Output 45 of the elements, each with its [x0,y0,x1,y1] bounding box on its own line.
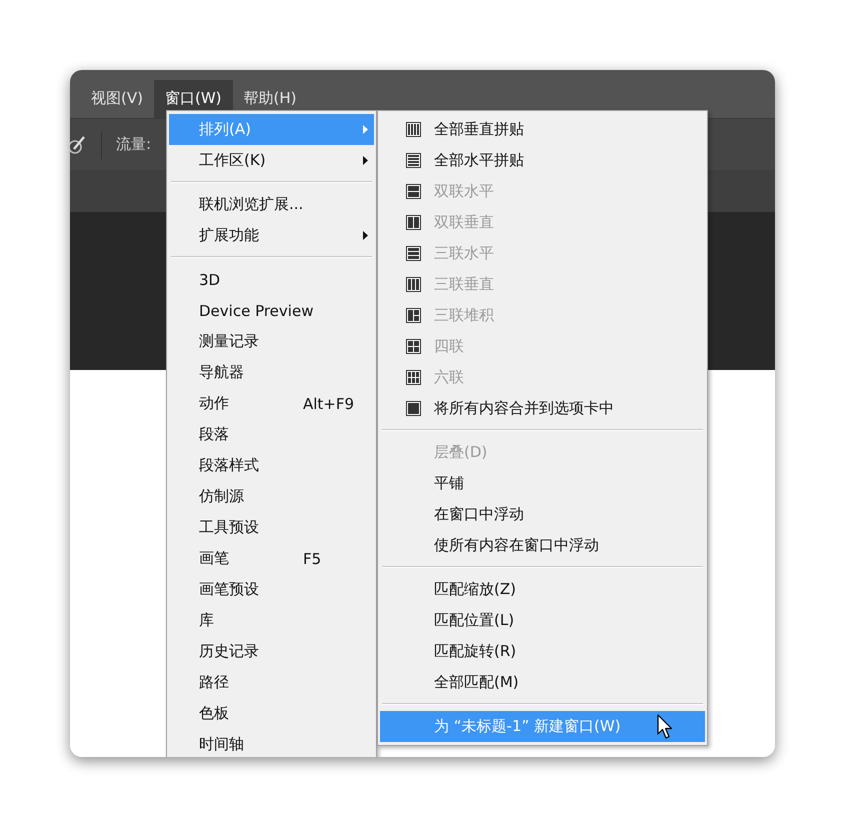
menu-item[interactable]: 在窗口中浮动 [380,499,705,530]
shortcut-text: F5 [303,550,322,568]
menu-item[interactable]: 动作 Alt+F9 [169,388,374,419]
menu-item[interactable]: 仿制源 [169,481,374,512]
menu-item[interactable]: 工具预设 [169,512,374,543]
menu-item[interactable]: 导航器 [169,357,374,388]
layout-icon [406,215,421,230]
menu-item[interactable]: 匹配缩放(Z) [380,574,705,605]
menu-item[interactable]: 色板 [169,698,374,729]
cursor-icon [657,714,673,740]
layout-icon [406,184,421,199]
menu-item[interactable]: 画笔预设 [169,574,374,605]
menu-item[interactable]: 路径 [169,667,374,698]
menu-item[interactable]: 联机浏览扩展... [169,189,374,220]
layout-icon [406,401,421,416]
menu-item[interactable]: 测量记录 [169,326,374,357]
menu-bar-item[interactable]: 视图(V) [80,80,154,118]
menu-item[interactable]: 时间轴 [169,729,374,757]
menu-item[interactable]: 使所有内容在窗口中浮动 [380,530,705,561]
brush-icon[interactable] [70,134,86,154]
layout-icon [406,339,421,354]
menu-item[interactable]: 库 [169,605,374,636]
menu-item[interactable]: Device Preview [169,295,374,326]
shortcut-text: Alt+F9 [303,394,354,412]
menu-item[interactable]: 工作区(K) [169,145,374,176]
menu-item[interactable]: 画笔 F5 [169,543,374,574]
layout-icon [406,246,421,261]
menu-item[interactable]: 3D [169,264,374,295]
layout-icon [406,308,421,323]
menu-item[interactable]: 将所有内容合并到选项卡中 [380,393,705,424]
menu-item[interactable]: 扩展功能 [169,220,374,251]
menu-item[interactable]: 匹配旋转(R) [380,636,705,667]
menu-item[interactable]: 全部水平拼贴 [380,145,705,176]
layout-icon [406,153,421,168]
layout-icon [406,277,421,292]
layout-icon [406,122,421,137]
menu-item[interactable]: 段落 [169,419,374,450]
flow-label: 流量: [116,135,152,154]
menu-item[interactable]: 全部垂直拼贴 [380,114,705,145]
layout-icon [406,370,421,385]
menu-item[interactable]: 平铺 [380,468,705,499]
menu-item[interactable]: 全部匹配(M) [380,667,705,698]
menu-item[interactable]: 段落样式 [169,450,374,481]
menu-item[interactable]: 匹配位置(L) [380,605,705,636]
menu-item[interactable]: 历史记录 [169,636,374,667]
